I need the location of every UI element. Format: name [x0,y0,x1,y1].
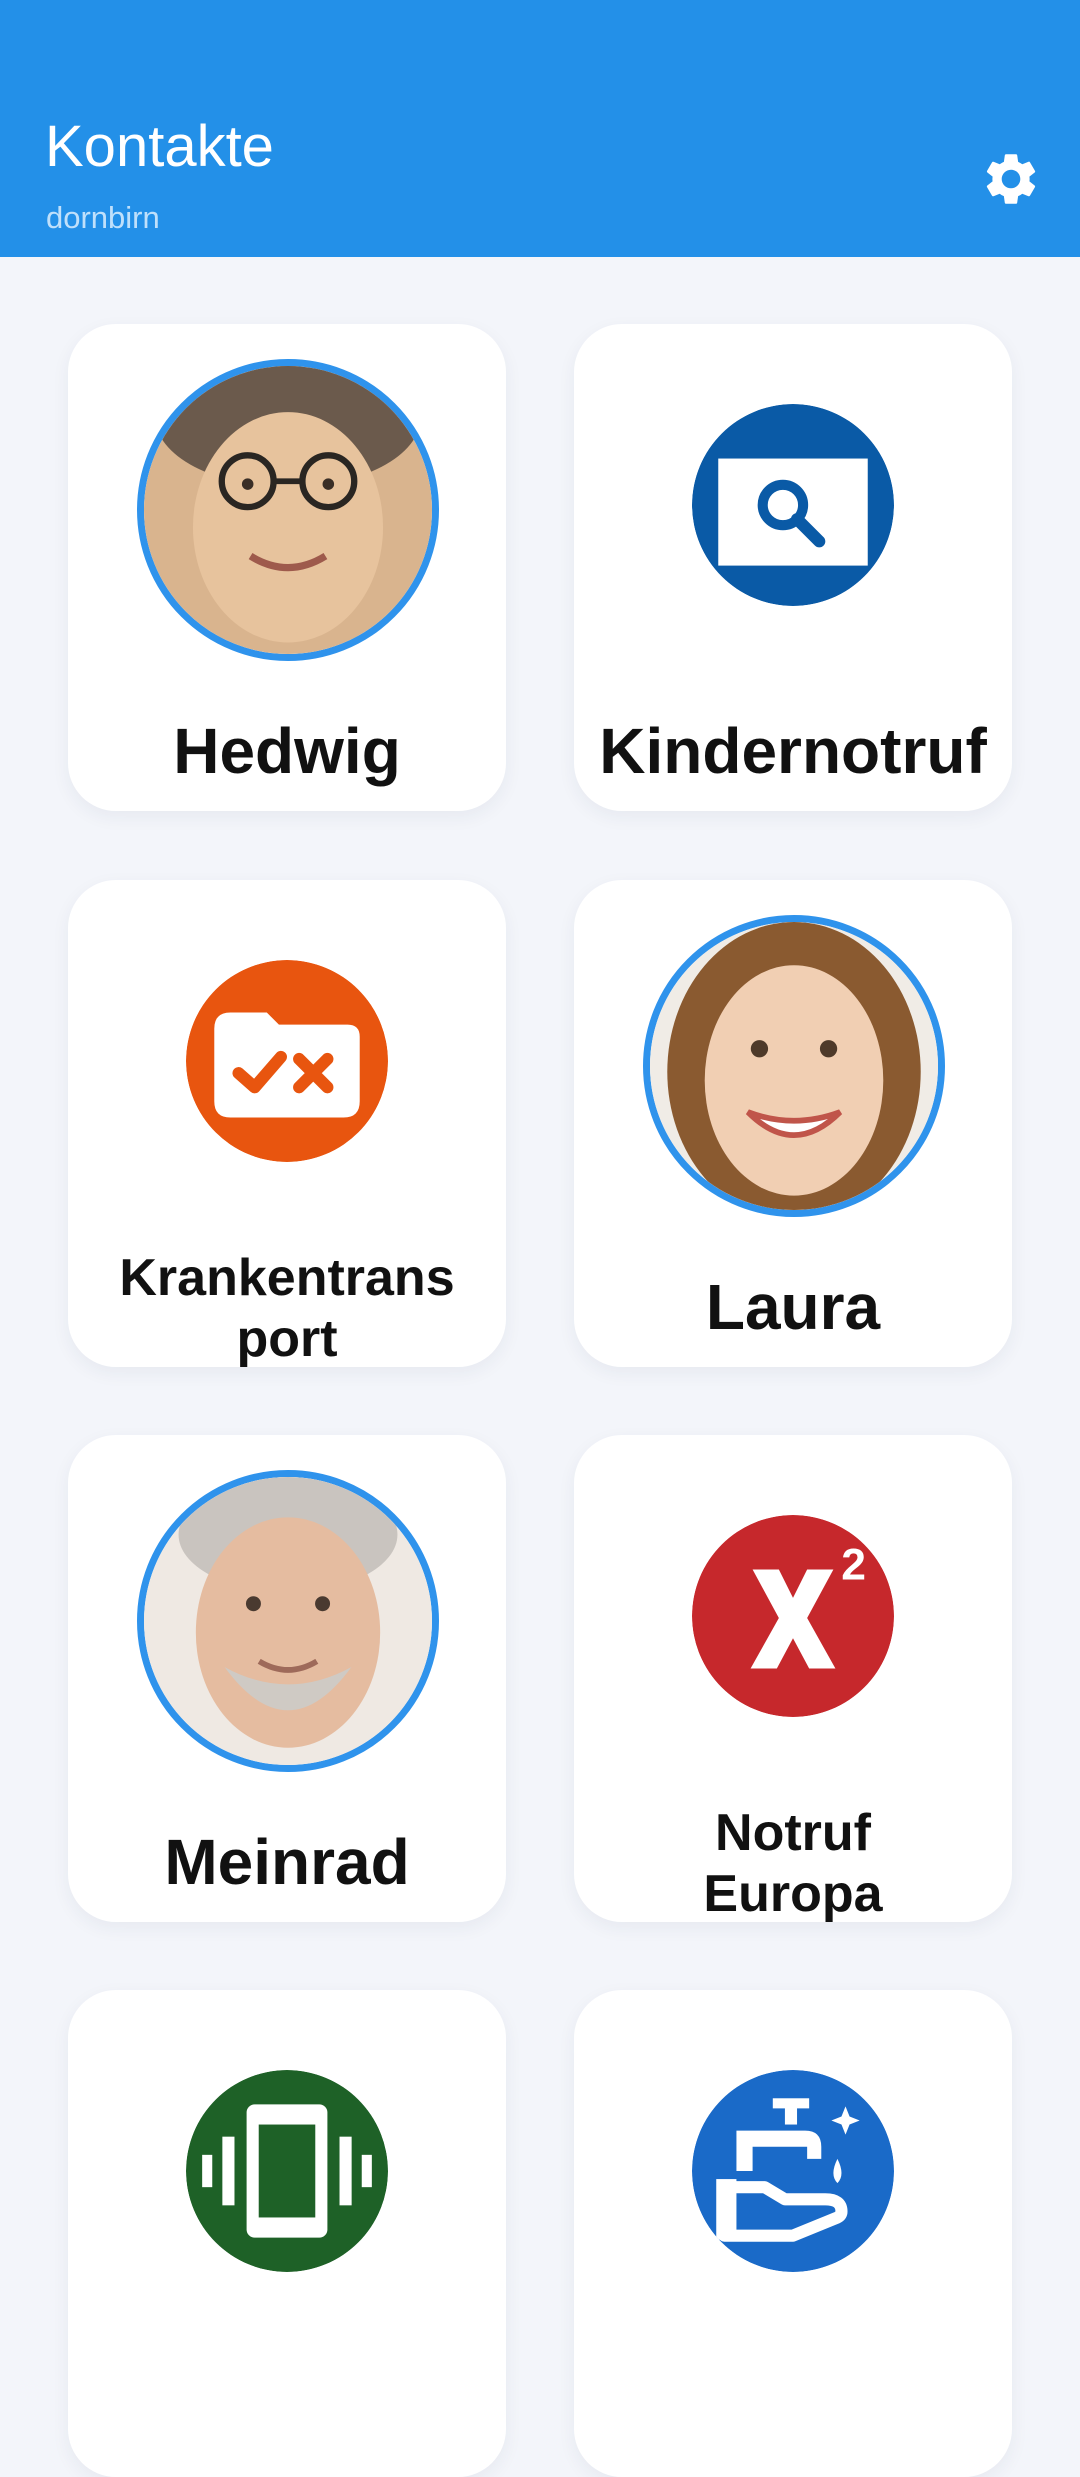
vibrate-phone-icon [186,2070,388,2272]
page-title: Kontakte [45,114,274,179]
gear-icon[interactable] [980,148,1042,210]
contact-card-vibrate[interactable] [68,1990,506,2477]
contact-name: Kindernotruf [599,715,987,787]
contact-card-krankentransport[interactable]: Krankentrans port [68,880,506,1368]
avatar [137,1470,439,1772]
app-bar: Kontakte dornbirn [0,0,1080,257]
contact-name: Meinrad [164,1826,410,1898]
superscript-x2-icon: 2 [692,1515,894,1717]
svg-text:2: 2 [841,1541,866,1590]
contact-card-hand-wash[interactable] [574,1990,1012,2477]
contact-card-hedwig[interactable]: Hedwig [68,324,506,811]
contact-card-notruf-europa[interactable]: 2 Notruf Europa [574,1435,1012,1923]
avatar [643,915,945,1217]
contact-name: Krankentrans port [119,1249,455,1368]
contact-card-meinrad[interactable]: Meinrad [68,1435,506,1922]
page-subtitle: dornbirn [46,200,160,235]
contact-name: Laura [705,1271,881,1343]
contact-name: Notruf Europa [703,1804,883,1923]
avatar [137,359,439,661]
search-window-icon [692,404,894,606]
contact-card-kindernotruf[interactable]: Kindernotruf [574,324,1012,811]
folder-check-x-icon [186,960,388,1162]
hand-wash-icon [692,2070,894,2272]
contact-name: Hedwig [173,715,401,787]
contact-card-laura[interactable]: Laura [574,880,1012,1367]
